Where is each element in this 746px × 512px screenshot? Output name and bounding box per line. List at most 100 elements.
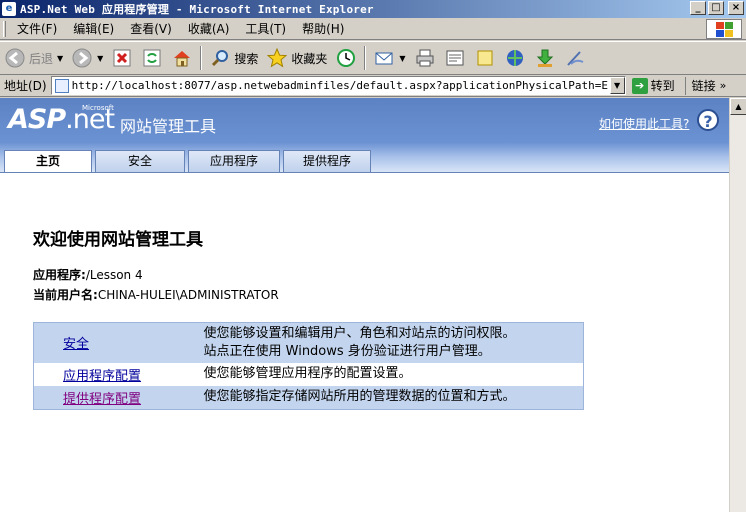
description-cell: 使您能够指定存储网站所用的管理数据的位置和方式。 [203,386,584,410]
home-button[interactable] [167,44,197,72]
description-cell: 使您能够设置和编辑用户、角色和对站点的访问权限。 站点正在使用 Windows … [203,322,584,363]
ie-app-icon[interactable]: e [2,2,16,16]
close-button[interactable]: × [728,1,744,15]
forward-button[interactable]: ▼ [67,44,107,72]
link-cell: 应用程序配置 [33,363,204,386]
menu-favorites[interactable]: 收藏(A) [180,20,238,37]
mail-icon [373,47,395,69]
discuss-icon [474,47,496,69]
menu-grip[interactable] [3,20,6,37]
address-input[interactable] [71,79,612,92]
refresh-icon [141,47,163,69]
print-icon [414,47,436,69]
header-banner: ASP .net Microsoft 网站管理工具 如何使用此工具? ? 主页 … [0,98,729,173]
application-value: /Lesson 4 [85,268,143,282]
admin-links-table: 安全 使您能够设置和编辑用户、角色和对站点的访问权限。 站点正在使用 Windo… [33,322,584,410]
forward-icon [71,47,93,69]
address-dropdown-icon[interactable]: ▼ [609,77,625,94]
edit-button[interactable] [440,44,470,72]
tab-strip: 主页 安全 应用程序 提供程序 [0,150,729,173]
how-to-use-link[interactable]: 如何使用此工具? [599,115,689,132]
site-admin-title: 网站管理工具 [120,117,217,136]
logo-microsoft-text: Microsoft [82,104,114,112]
search-button[interactable]: 搜索 [205,44,262,72]
go-arrow-icon: ➔ [631,77,648,94]
search-icon [209,47,231,69]
window-titlebar[interactable]: e ASP.Net Web 应用程序管理 - Microsoft Interne… [0,0,746,18]
history-icon [335,47,357,69]
menu-edit[interactable]: 编辑(E) [65,20,122,37]
links-chevron-icon[interactable]: » [720,79,727,92]
refresh-button[interactable] [137,44,167,72]
tab-application[interactable]: 应用程序 [188,150,280,172]
security-link[interactable]: 安全 [63,337,89,352]
download-icon [534,47,556,69]
tab-security[interactable]: 安全 [95,150,185,172]
current-user-info: 当前用户名:CHINA-HULEI\ADMINISTRATOR [33,286,279,303]
research-button[interactable] [560,44,590,72]
discuss-button[interactable] [470,44,500,72]
link-cell: 提供程序配置 [33,386,204,410]
messenger-icon [504,47,526,69]
application-info: 应用程序:/Lesson 4 [33,266,143,283]
menu-tools[interactable]: 工具(T) [237,20,294,37]
back-label: 后退 [29,51,54,66]
address-bar: 地址(D) ▼ ➔ 转到 链接 » [0,75,746,97]
security-description-auth: 站点正在使用 Windows 身份验证进行用户管理。 [203,344,491,359]
messenger-button[interactable] [500,44,530,72]
table-row: 安全 使您能够设置和编辑用户、角色和对站点的访问权限。 站点正在使用 Windo… [33,322,584,363]
menu-file[interactable]: 文件(F) [9,20,65,37]
table-row: 应用程序配置 使您能够管理应用程序的配置设置。 [33,363,584,386]
mail-dropdown-icon[interactable]: ▼ [399,54,405,63]
current-user-label: 当前用户名: [33,288,98,302]
history-button[interactable] [331,44,361,72]
research-icon [564,47,586,69]
back-dropdown-icon[interactable]: ▼ [57,54,63,63]
application-config-description: 使您能够管理应用程序的配置设置。 [203,366,412,381]
standard-toolbar: 后退 ▼ ▼ 搜索 收藏夹 ▼ [0,41,746,75]
provider-config-description: 使您能够指定存储网站所用的管理数据的位置和方式。 [203,389,516,404]
application-config-link[interactable]: 应用程序配置 [63,369,141,384]
stop-button[interactable] [107,44,137,72]
address-combobox[interactable]: ▼ [50,76,626,95]
toolbar-separator [364,46,367,70]
vertical-scrollbar[interactable]: ▲ [729,98,746,512]
provider-config-link[interactable]: 提供程序配置 [63,392,141,407]
windows-logo-icon [706,19,742,39]
favorites-icon [266,47,288,69]
edit-icon [444,47,466,69]
tab-provider[interactable]: 提供程序 [283,150,371,172]
home-icon [171,47,193,69]
back-icon [4,47,26,69]
help-question-icon[interactable]: ? [697,109,719,131]
window-title: ASP.Net Web 应用程序管理 - Microsoft Internet … [20,3,374,16]
window-controls: _ □ × [690,1,744,15]
download-button[interactable] [530,44,560,72]
aspnet-logo: ASP .net Microsoft [8,104,115,135]
stop-icon [111,47,133,69]
address-label: 地址(D) [4,79,47,93]
menu-bar: 文件(F) 编辑(E) 查看(V) 收藏(A) 工具(T) 帮助(H) [0,18,746,40]
minimize-button[interactable]: _ [690,1,706,15]
security-description: 使您能够设置和编辑用户、角色和对站点的访问权限。 [203,326,516,341]
link-cell: 安全 [33,322,204,363]
mail-button[interactable]: ▼ [369,44,409,72]
print-button[interactable] [410,44,440,72]
maximize-button[interactable]: □ [708,1,724,15]
back-button[interactable]: 后退 ▼ [0,44,67,72]
description-cell: 使您能够管理应用程序的配置设置。 [203,363,584,386]
current-user-value: CHINA-HULEI\ADMINISTRATOR [97,288,279,302]
logo-asp-text: ASP [8,104,66,135]
page-icon [54,78,69,93]
favorites-button[interactable]: 收藏夹 [262,44,331,72]
links-button[interactable]: 链接 [684,76,716,95]
toolbar-separator [200,46,203,70]
go-button[interactable]: ➔ 转到 [631,77,675,94]
menu-help[interactable]: 帮助(H) [294,20,352,37]
go-label: 转到 [650,79,675,93]
scroll-up-icon[interactable]: ▲ [730,98,746,115]
menu-view[interactable]: 查看(V) [122,20,180,37]
tab-home[interactable]: 主页 [4,150,92,173]
page-viewport: ASP .net Microsoft 网站管理工具 如何使用此工具? ? 主页 … [0,98,746,512]
forward-dropdown-icon[interactable]: ▼ [97,54,103,63]
